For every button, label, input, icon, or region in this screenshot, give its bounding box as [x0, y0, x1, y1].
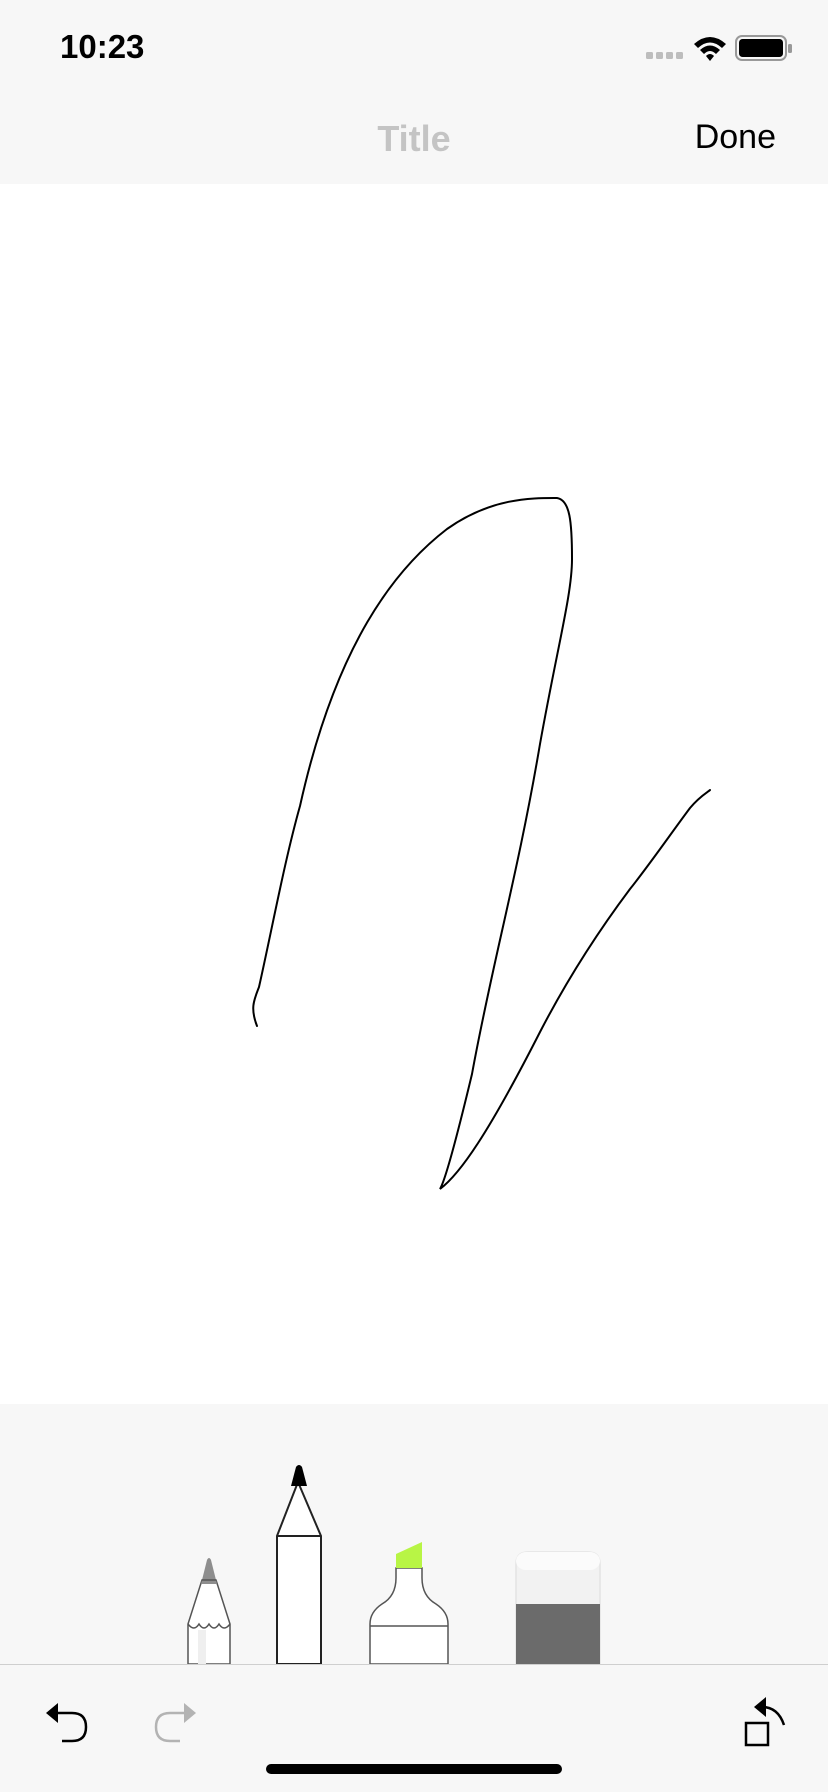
done-button[interactable]: Done — [695, 118, 776, 157]
battery-icon — [735, 35, 792, 61]
status-icons — [646, 35, 792, 61]
wifi-icon — [694, 37, 726, 61]
rotate-icon[interactable] — [732, 1687, 792, 1747]
home-indicator[interactable] — [266, 1764, 562, 1774]
tool-palette — [0, 1404, 828, 1665]
ink-stroke — [252, 496, 711, 1190]
marker-icon[interactable] — [368, 1542, 450, 1664]
pen-icon[interactable] — [274, 1464, 324, 1664]
nav-bar: Title Done — [0, 92, 828, 184]
drawing-canvas[interactable] — [0, 184, 828, 1404]
signal-icon — [646, 52, 683, 59]
pencil-icon[interactable] — [186, 1554, 232, 1664]
undo-icon[interactable] — [38, 1687, 98, 1747]
status-time: 10:23 — [60, 28, 145, 65]
eraser-icon[interactable] — [514, 1550, 602, 1664]
redo-icon[interactable] — [144, 1687, 204, 1747]
status-bar: 10:23 — [0, 0, 828, 92]
